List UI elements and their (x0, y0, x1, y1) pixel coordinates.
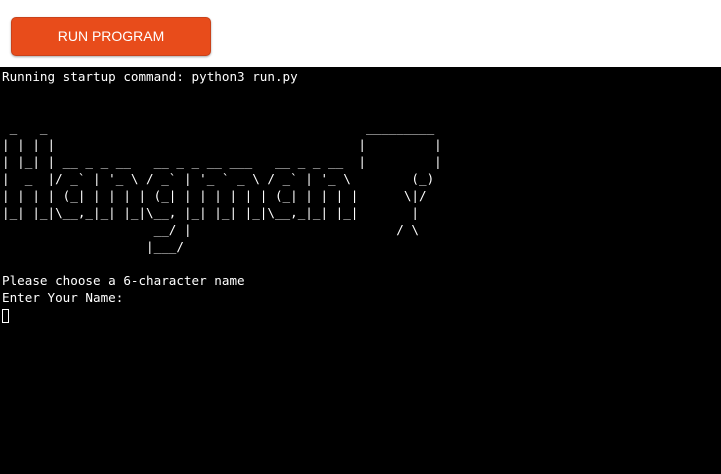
page: RUN PROGRAM Running startup command: pyt… (0, 0, 721, 474)
run-program-button[interactable]: RUN PROGRAM (11, 17, 211, 56)
terminal[interactable]: Running startup command: python3 run.py … (0, 67, 721, 474)
input-row[interactable] (2, 306, 721, 323)
name-prompt-line: Please choose a 6-character name (2, 273, 245, 288)
hangman-ascii-art: _ _ _________ | | | | | | | |_| | __ _ _… (2, 120, 442, 254)
name-input-label: Enter Your Name: (2, 290, 124, 305)
toolbar: RUN PROGRAM (0, 0, 721, 67)
startup-command-line: Running startup command: python3 run.py (2, 69, 298, 84)
terminal-cursor[interactable] (2, 309, 9, 323)
